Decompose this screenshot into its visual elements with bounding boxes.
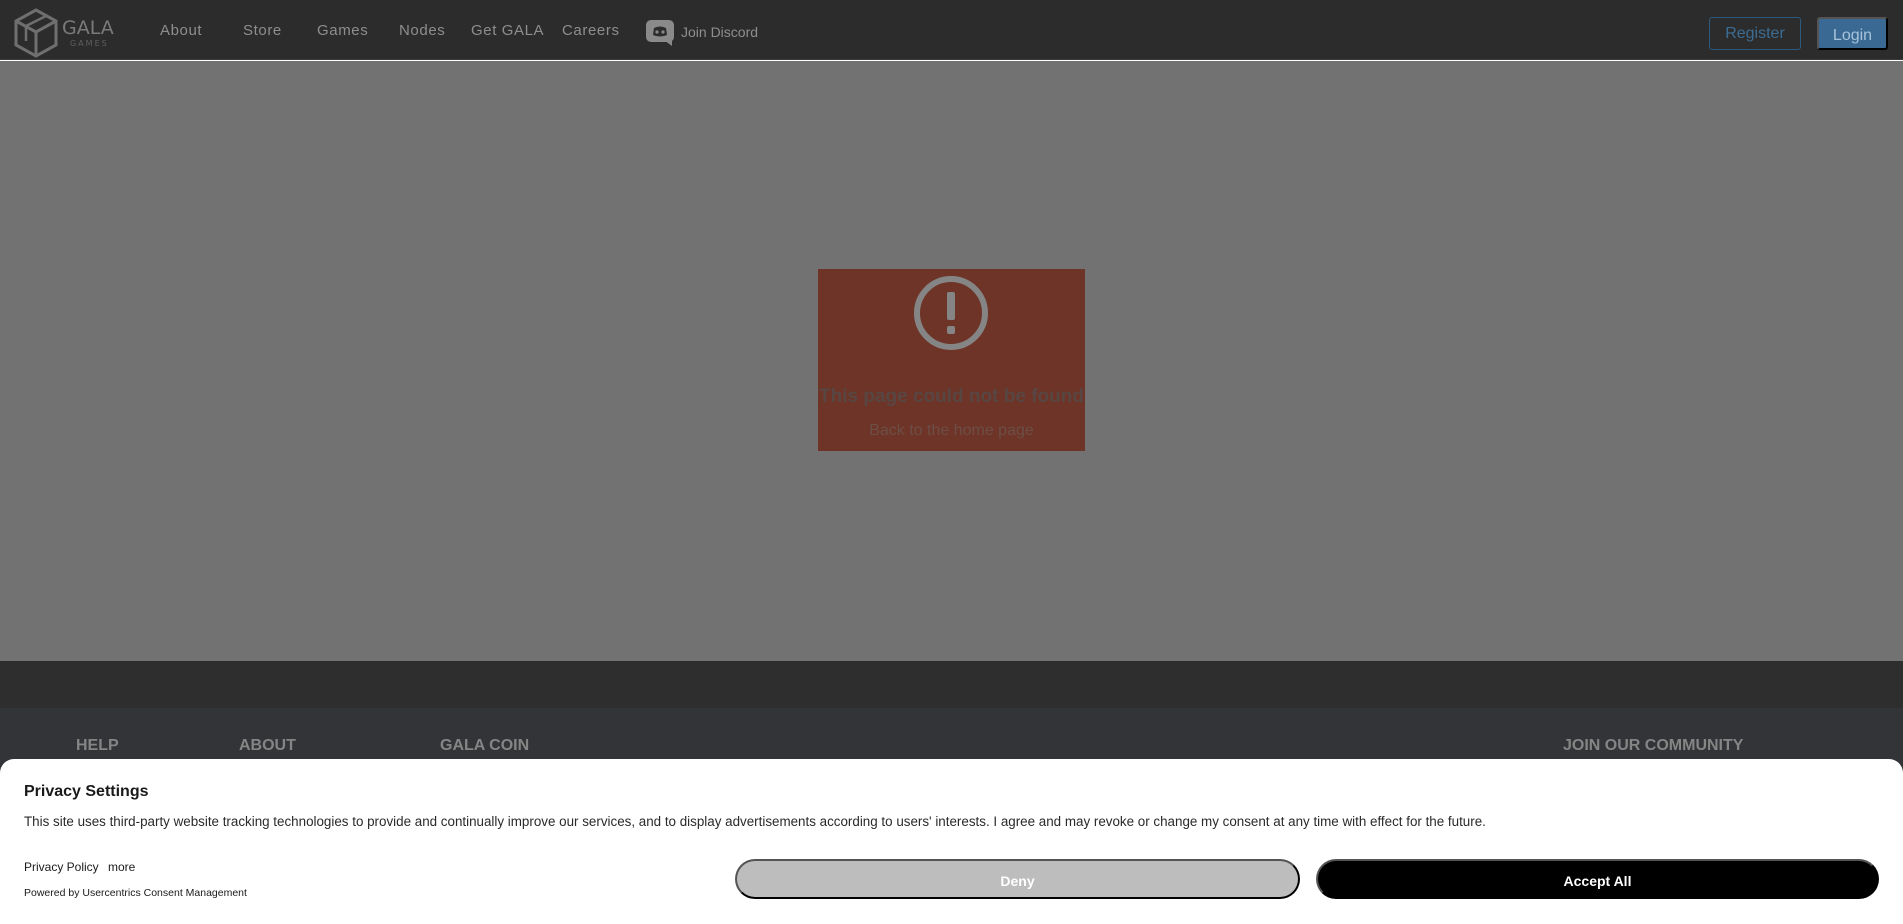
not-found-panel: This page could not be found Back to the… (818, 269, 1085, 451)
logo-subtitle: GAMES (70, 38, 109, 48)
nav-store[interactable]: Store (243, 22, 282, 39)
nav-nodes[interactable]: Nodes (399, 22, 445, 39)
accept-all-button[interactable]: Accept All (1316, 859, 1879, 899)
exclamation-circle-icon (914, 276, 988, 350)
join-discord-link[interactable]: Join Discord (681, 24, 758, 40)
footer-heading-gala-coin: GALA COIN (440, 737, 530, 754)
powered-by-text: Powered by Usercentrics Consent Manageme… (24, 887, 247, 899)
discord-icon[interactable] (646, 20, 674, 46)
page-content-overlay: This page could not be found Back to the… (0, 61, 1903, 661)
footer-top-band (0, 661, 1903, 708)
nav-about[interactable]: About (160, 22, 202, 39)
consent-description: This site uses third-party website track… (24, 814, 1486, 829)
consent-title: Privacy Settings (24, 783, 149, 800)
logo-wordmark: GALA (62, 16, 114, 39)
login-button[interactable]: Login (1817, 17, 1888, 50)
nav-games[interactable]: Games (317, 22, 368, 39)
register-button[interactable]: Register (1709, 17, 1801, 50)
nav-get-gala[interactable]: Get GALA (471, 22, 544, 39)
privacy-consent-dialog: Privacy Settings This site uses third-pa… (0, 759, 1903, 924)
footer-heading-help: HELP (76, 737, 119, 754)
nav-careers[interactable]: Careers (562, 22, 620, 39)
top-navigation-bar: GALA GAMES About Store Games Nodes Get G… (0, 0, 1903, 60)
privacy-policy-link[interactable]: Privacy Policy (24, 860, 99, 874)
back-home-link[interactable]: Back to the home page (818, 422, 1085, 440)
not-found-title: This page could not be found (819, 386, 1084, 407)
deny-button[interactable]: Deny (735, 859, 1300, 899)
gala-games-logo[interactable]: GALA GAMES (14, 8, 120, 58)
more-info-link[interactable]: more (108, 860, 135, 874)
footer-heading-about: ABOUT (239, 737, 296, 754)
footer-heading-community: JOIN OUR COMMUNITY (1563, 737, 1744, 754)
gala-cube-logo-icon (14, 8, 58, 58)
